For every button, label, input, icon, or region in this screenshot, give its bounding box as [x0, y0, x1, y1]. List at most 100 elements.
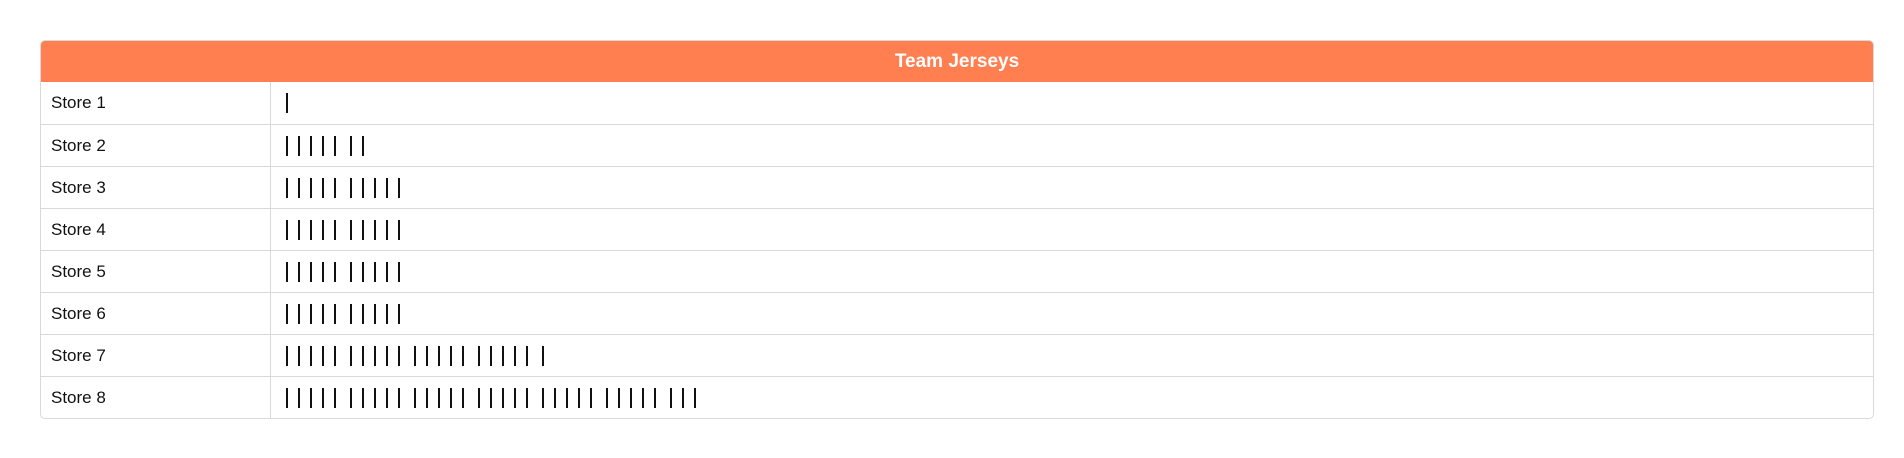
tally-mark [566, 387, 568, 408]
tally-mark [606, 387, 608, 408]
tally-mark [490, 387, 492, 408]
tally-mark [322, 387, 324, 408]
tally-group [286, 135, 336, 156]
tally-rows: Store 1 Store 2 Store 3 Store 4 Store 5 Store… [41, 82, 1873, 418]
tally-mark [350, 387, 352, 408]
tally-mark [350, 177, 352, 198]
tally-mark [310, 303, 312, 324]
tally-mark [298, 303, 300, 324]
tally-mark [362, 387, 364, 408]
tally-mark [350, 345, 352, 366]
tally-mark [286, 387, 288, 408]
tally-group [478, 387, 528, 408]
tally-mark [478, 345, 480, 366]
tally-cell [271, 209, 1873, 250]
tally-mark [310, 177, 312, 198]
tally-mark [310, 345, 312, 366]
table-row: Store 5 [41, 250, 1873, 292]
tally-mark [642, 387, 644, 408]
tally-mark [334, 135, 336, 156]
tally-mark [618, 387, 620, 408]
tally-mark [350, 219, 352, 240]
tally-group [414, 387, 464, 408]
tally-mark [334, 345, 336, 366]
tally-group [670, 387, 696, 408]
tally-group [350, 345, 400, 366]
tally-mark [286, 93, 288, 113]
tally-mark [334, 387, 336, 408]
tally-mark [334, 303, 336, 324]
tally-mark [350, 261, 352, 282]
tally-mark [350, 303, 352, 324]
tally-mark [322, 303, 324, 324]
tally-mark [286, 135, 288, 156]
tally-mark [654, 387, 656, 408]
tally-group [286, 219, 336, 240]
tally-mark [554, 387, 556, 408]
tally-mark [298, 219, 300, 240]
table-row: Store 4 [41, 208, 1873, 250]
tally-mark [438, 387, 440, 408]
tally-group [286, 177, 336, 198]
tally-mark [350, 135, 352, 156]
tally-mark [490, 345, 492, 366]
tally-cell [271, 167, 1873, 208]
tally-mark [334, 177, 336, 198]
tally-mark [286, 261, 288, 282]
tally-cell [271, 377, 1873, 418]
tally-mark [514, 387, 516, 408]
tally-mark [286, 345, 288, 366]
tally-mark [670, 387, 672, 408]
tally-cell [271, 251, 1873, 292]
tally-mark [298, 387, 300, 408]
tally-mark [450, 387, 452, 408]
tally-mark [386, 177, 388, 198]
tally-group [542, 345, 544, 366]
tally-mark [286, 177, 288, 198]
tally-mark [362, 135, 364, 156]
tally-mark [322, 261, 324, 282]
table-row: Store 8 [41, 376, 1873, 418]
tally-mark [374, 219, 376, 240]
tally-mark [462, 387, 464, 408]
store-label: Store 8 [41, 377, 271, 418]
chart-title-bar: Team Jerseys [41, 41, 1873, 82]
store-label: Store 2 [41, 125, 271, 166]
tally-mark [590, 387, 592, 408]
tally-mark [414, 387, 416, 408]
tally-mark [362, 303, 364, 324]
tally-mark [526, 387, 528, 408]
tally-cell [271, 82, 1873, 124]
table-row: Store 1 [41, 82, 1873, 124]
store-label: Store 5 [41, 251, 271, 292]
tally-mark [310, 135, 312, 156]
tally-mark [334, 261, 336, 282]
tally-mark [362, 177, 364, 198]
tally-mark [426, 345, 428, 366]
tally-mark [414, 345, 416, 366]
tally-mark [386, 219, 388, 240]
tally-mark [362, 219, 364, 240]
tally-mark [526, 345, 528, 366]
tally-mark [322, 345, 324, 366]
store-label: Store 4 [41, 209, 271, 250]
table-row: Store 6 [41, 292, 1873, 334]
table-row: Store 7 [41, 334, 1873, 376]
tally-mark [298, 135, 300, 156]
tally-group [350, 135, 364, 156]
tally-mark [386, 345, 388, 366]
tally-mark [426, 387, 428, 408]
tally-mark [682, 387, 684, 408]
tally-mark [374, 345, 376, 366]
tally-group [606, 387, 656, 408]
tally-group [414, 345, 464, 366]
tally-group [286, 261, 336, 282]
tally-mark [322, 135, 324, 156]
tally-mark [374, 177, 376, 198]
tally-mark [286, 219, 288, 240]
tally-mark [502, 387, 504, 408]
tally-mark [450, 345, 452, 366]
tally-mark [310, 387, 312, 408]
store-label: Store 1 [41, 82, 271, 124]
tally-mark [374, 261, 376, 282]
